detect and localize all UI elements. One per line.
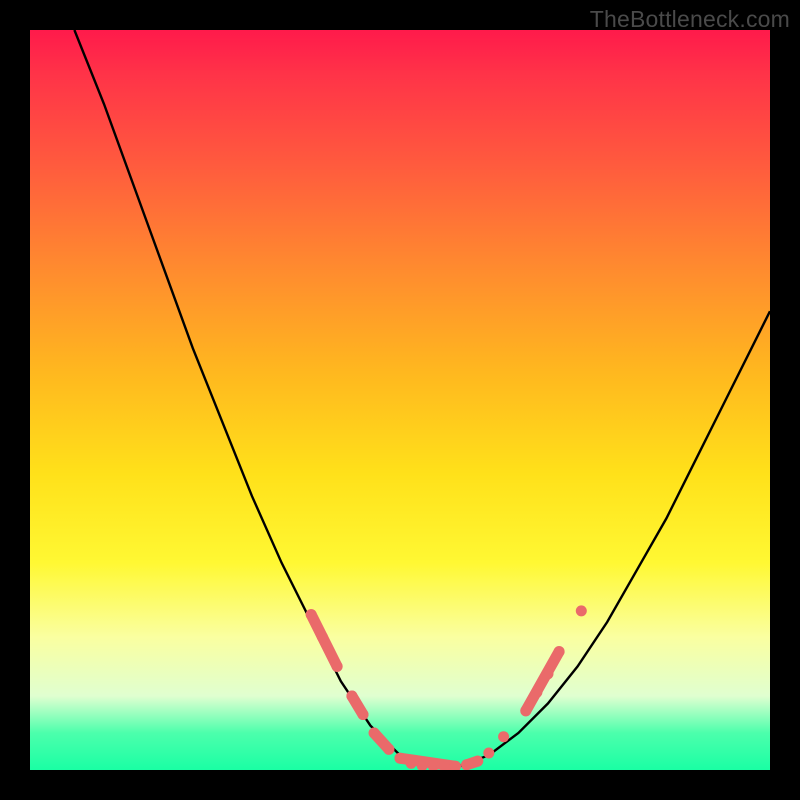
marker-dot	[306, 609, 317, 620]
marker-dot	[332, 661, 343, 672]
marker-segment	[526, 652, 559, 711]
curve-left	[74, 30, 429, 766]
marker-dot	[358, 709, 369, 720]
marker-dot	[520, 705, 531, 716]
marker-dot	[498, 731, 509, 742]
marker-dot	[406, 758, 417, 769]
marker-dot	[472, 756, 483, 767]
chart-area	[30, 30, 770, 770]
chart-svg	[30, 30, 770, 770]
marker-dot	[531, 687, 542, 698]
marker-dot	[317, 631, 328, 642]
marker-dot	[346, 691, 357, 702]
marker-dot	[554, 646, 565, 657]
watermark-text: TheBottleneck.com	[590, 6, 790, 33]
marker-dot	[369, 728, 380, 739]
marker-dot	[543, 668, 554, 679]
curve-right	[430, 311, 770, 766]
marker-dot	[576, 605, 587, 616]
marker-dot	[383, 744, 394, 755]
marker-dot	[395, 753, 406, 764]
marker-dot	[461, 759, 472, 770]
marker-dot	[483, 748, 494, 759]
